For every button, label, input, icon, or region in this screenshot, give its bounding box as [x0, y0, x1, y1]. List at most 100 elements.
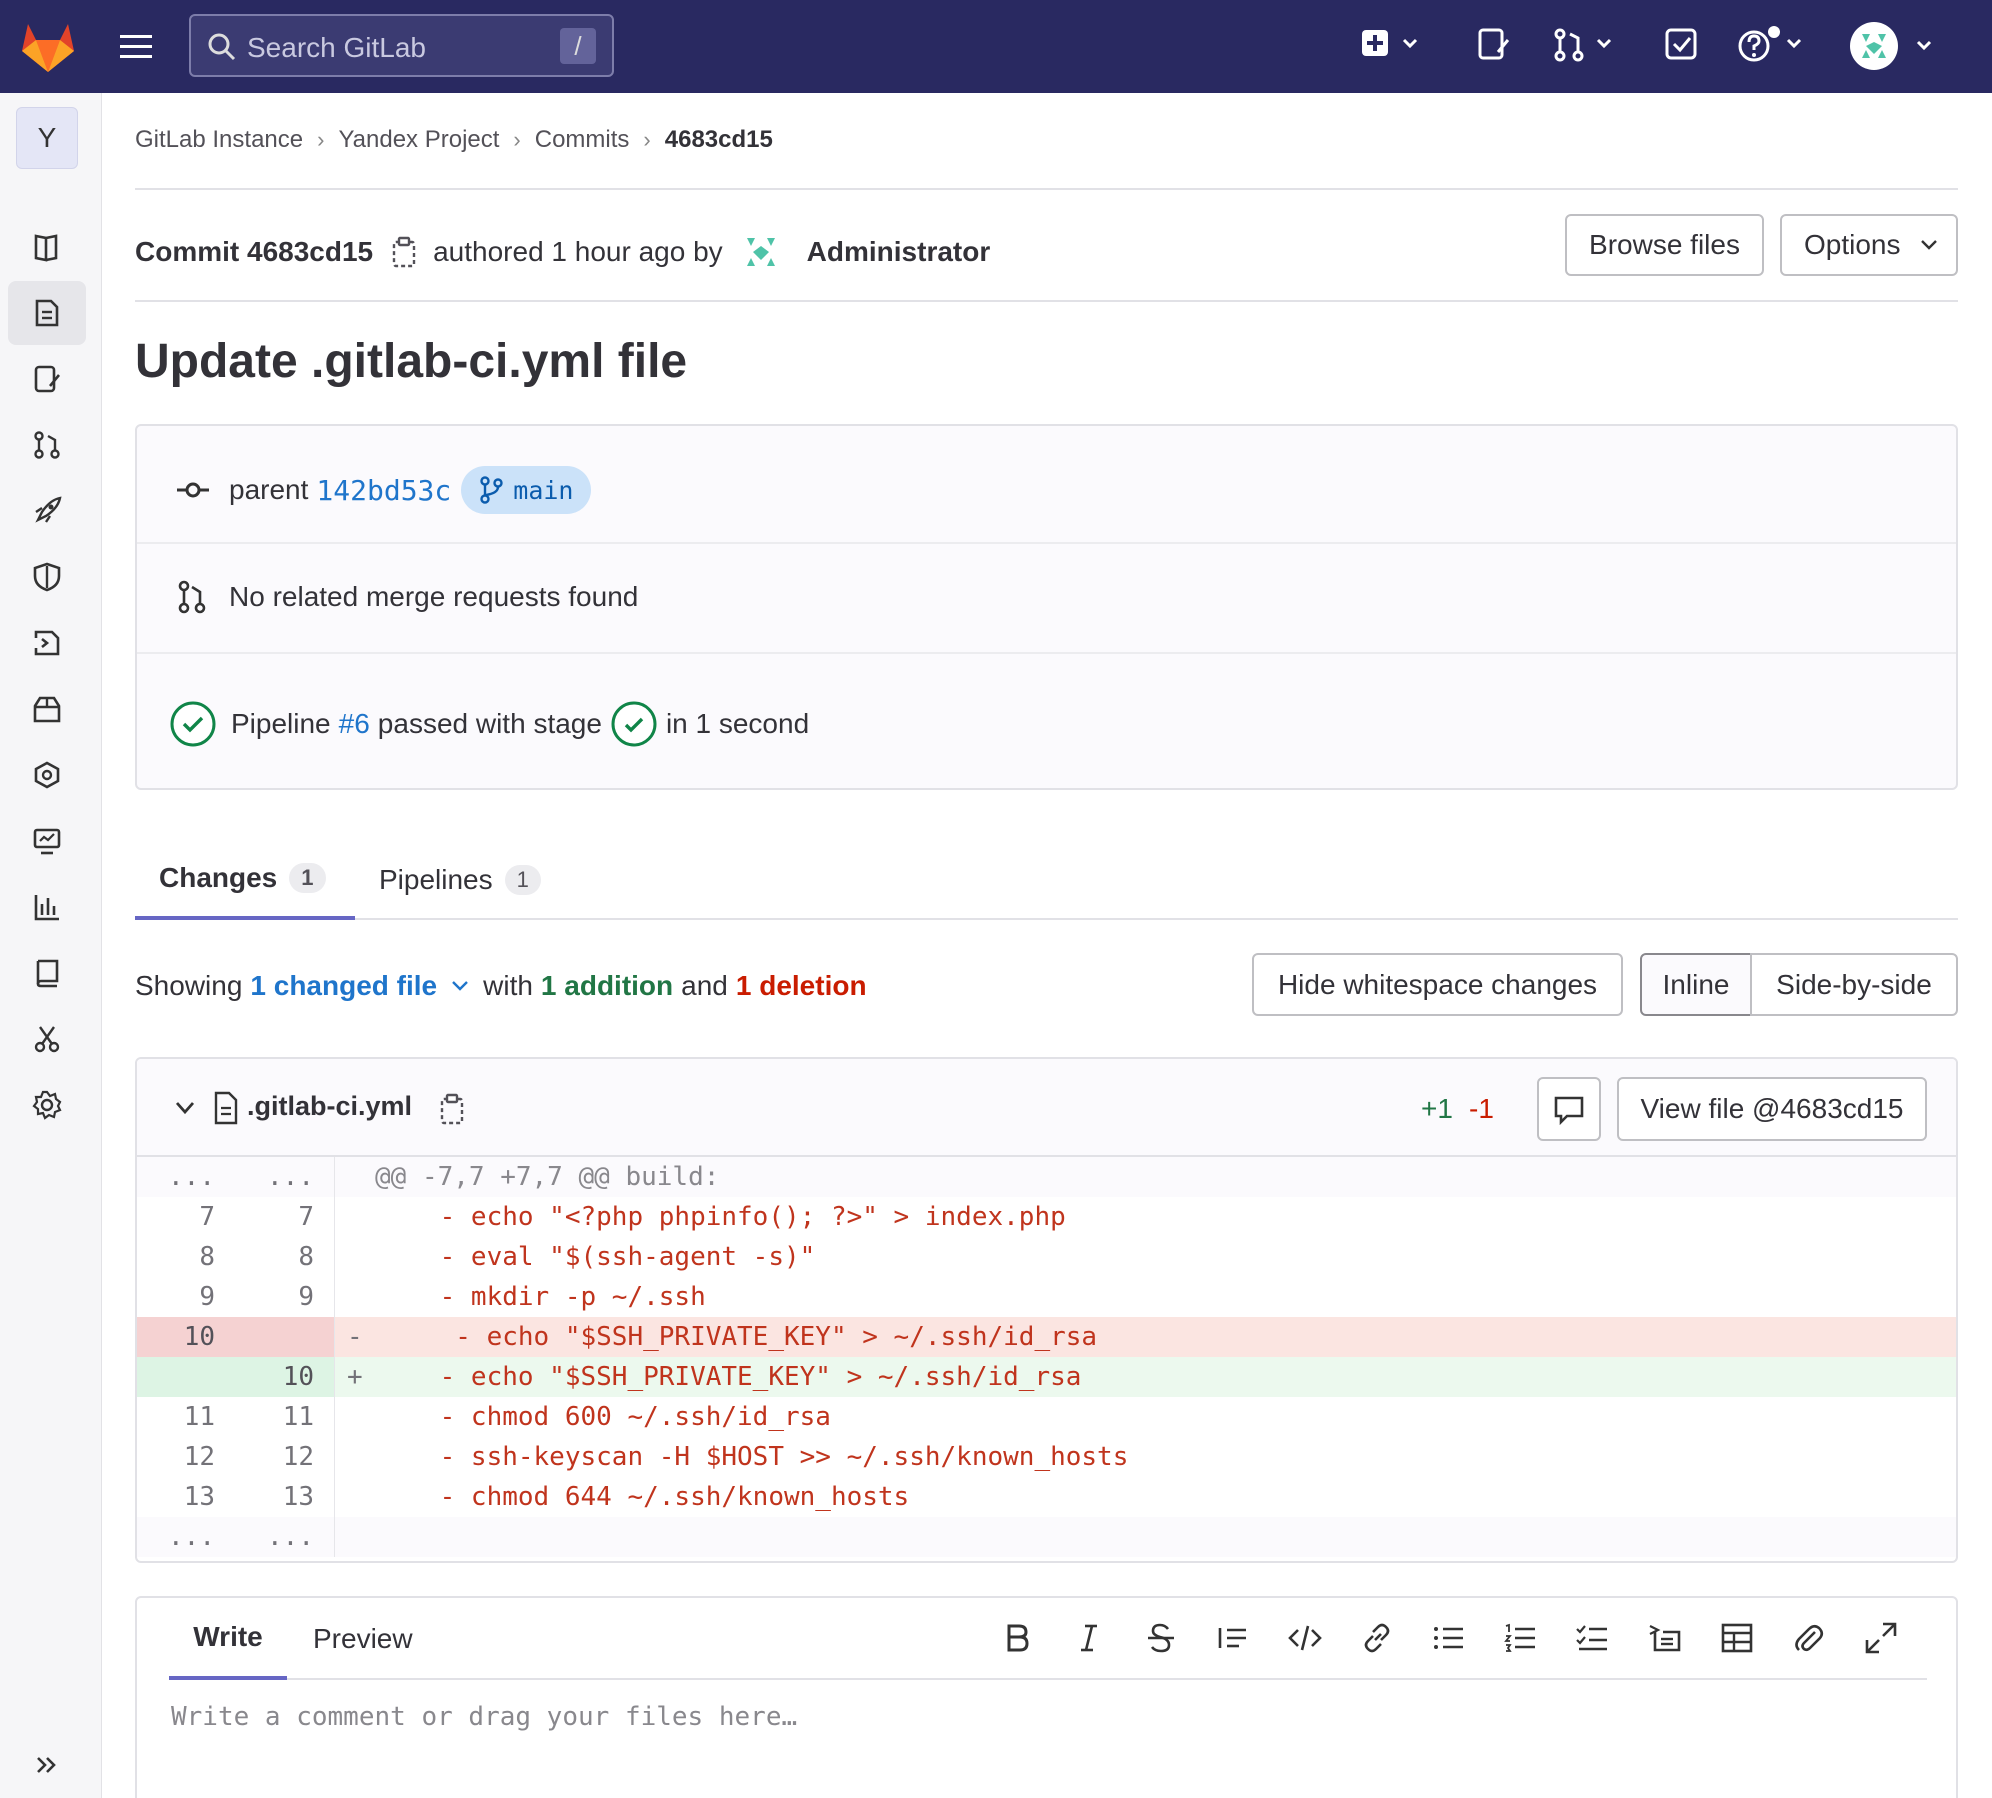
sidebar-item-repository[interactable] — [8, 281, 86, 345]
sidebar-item-wiki[interactable] — [8, 941, 86, 1005]
tab-preview[interactable]: Preview — [313, 1598, 413, 1680]
old-line-number[interactable]: 13 — [137, 1477, 235, 1517]
new-line-number[interactable]: 11 — [235, 1397, 335, 1437]
new-line-number[interactable]: 13 — [235, 1477, 335, 1517]
view-file-button[interactable]: View file @4683cd15 — [1617, 1077, 1927, 1141]
old-line-number[interactable]: 9 — [137, 1277, 235, 1317]
sidebar-item-analytics[interactable] — [8, 875, 86, 939]
breadcrumb-instance[interactable]: GitLab Instance — [135, 126, 303, 154]
chevron-down-icon[interactable] — [175, 1101, 195, 1115]
old-line-number[interactable]: 11 — [137, 1397, 235, 1437]
pipeline-passed-icon[interactable] — [169, 700, 217, 748]
sidebar-expand-icon[interactable] — [8, 1733, 86, 1797]
user-avatar-icon[interactable] — [1848, 20, 1938, 72]
strikethrough-icon[interactable] — [1143, 1620, 1179, 1656]
pipeline-link[interactable]: #6 — [339, 708, 370, 740]
sidebar-item-infrastructure[interactable] — [8, 743, 86, 807]
sidebar-item-issues[interactable] — [8, 347, 86, 411]
sidebar-item-packages[interactable] — [8, 677, 86, 741]
sidebar-item-snippets[interactable] — [8, 1007, 86, 1071]
quote-icon[interactable] — [1215, 1620, 1251, 1656]
italic-icon[interactable] — [1071, 1620, 1107, 1656]
new-line-number[interactable]: 12 — [235, 1437, 335, 1477]
chevron-down-icon[interactable] — [451, 979, 469, 993]
old-line-number[interactable]: 7 — [137, 1197, 235, 1237]
diff-code: - echo "$SSH_PRIVATE_KEY" > ~/.ssh/id_rs… — [377, 1322, 1098, 1352]
options-dropdown[interactable]: Options — [1780, 214, 1958, 276]
tab-changes[interactable]: Changes 1 — [135, 840, 355, 920]
tab-pipelines[interactable]: Pipelines 1 — [379, 840, 541, 920]
attach-icon[interactable] — [1791, 1620, 1827, 1656]
side-by-side-button[interactable]: Side-by-side — [1750, 953, 1958, 1016]
new-line-number[interactable]: 7 — [235, 1197, 335, 1237]
todo-icon[interactable] — [1664, 26, 1700, 66]
sidebar-item-ci-cd[interactable] — [8, 611, 86, 675]
issues-icon[interactable] — [1476, 26, 1512, 66]
parent-sha-link[interactable]: 142bd53c — [316, 474, 451, 507]
code-icon[interactable] — [1287, 1620, 1323, 1656]
breadcrumb-project[interactable]: Yandex Project — [338, 126, 499, 154]
sidebar-item-security[interactable] — [8, 545, 86, 609]
new-line-number[interactable]: ... — [235, 1157, 335, 1197]
old-line-number[interactable]: 8 — [137, 1237, 235, 1277]
gitlab-logo-icon[interactable] — [18, 18, 78, 74]
link-icon[interactable] — [1359, 1620, 1395, 1656]
old-line-number[interactable] — [137, 1357, 235, 1397]
sidebar-item-deployments[interactable] — [8, 479, 86, 543]
hamburger-menu-icon[interactable] — [118, 29, 156, 65]
comment-textarea[interactable]: Write a comment or drag your files here… — [171, 1702, 797, 1732]
sidebar-item-project-overview[interactable] — [8, 215, 86, 279]
new-line-number[interactable]: 10 — [235, 1357, 335, 1397]
file-name[interactable]: .gitlab-ci.yml — [247, 1091, 412, 1122]
task-list-icon[interactable] — [1575, 1620, 1611, 1656]
diff-line: 12 12 - ssh-keyscan -H $HOST >> ~/.ssh/kn… — [137, 1437, 1956, 1477]
new-line-number[interactable] — [235, 1317, 335, 1357]
new-line-number[interactable]: ... — [235, 1517, 335, 1557]
branch-badge[interactable]: main — [461, 466, 592, 514]
help-icon[interactable] — [1736, 26, 1808, 66]
merge-requests-icon[interactable] — [1552, 26, 1622, 66]
tab-write[interactable]: Write — [169, 1598, 287, 1680]
new-line-number[interactable]: 8 — [235, 1237, 335, 1277]
old-line-number[interactable]: ... — [137, 1157, 235, 1197]
inline-view-button[interactable]: Inline — [1640, 953, 1752, 1016]
project-avatar[interactable]: Y — [16, 107, 78, 169]
numbered-list-icon[interactable] — [1503, 1620, 1539, 1656]
sidebar-item-monitor[interactable] — [8, 809, 86, 873]
new-dropdown-icon[interactable] — [1360, 26, 1430, 66]
diff-sign: - — [347, 1322, 363, 1352]
bold-icon[interactable] — [999, 1620, 1035, 1656]
copy-path-icon[interactable] — [439, 1093, 465, 1125]
file-header: .gitlab-ci.yml +1 -1 View file @4683cd15 — [137, 1059, 1956, 1157]
project-sidebar: Y — [0, 93, 102, 1798]
breadcrumb-commits[interactable]: Commits — [535, 126, 630, 154]
browse-files-button[interactable]: Browse files — [1565, 214, 1764, 276]
and-text: and — [681, 970, 728, 1001]
search-input[interactable]: Search GitLab / — [189, 14, 614, 77]
diff-code: - ssh-keyscan -H $HOST >> ~/.ssh/known_h… — [377, 1442, 1129, 1472]
diff-line: 13 13 - chmod 644 ~/.ssh/known_hosts — [137, 1477, 1956, 1517]
commit-header: Commit 4683cd15 authored 1 hour ago by A… — [135, 228, 990, 276]
pipeline-row: Pipeline #6 passed with stage in 1 secon… — [169, 696, 1988, 752]
sidebar-item-merge-requests[interactable] — [8, 413, 86, 477]
author-name[interactable]: Administrator — [807, 236, 991, 268]
old-line-number[interactable]: 10 — [137, 1317, 235, 1357]
author-avatar-icon[interactable] — [737, 228, 785, 276]
table-icon[interactable] — [1719, 1620, 1755, 1656]
diff-code: - chmod 644 ~/.ssh/known_hosts — [377, 1482, 910, 1512]
changed-files-dropdown[interactable]: 1 changed file — [250, 970, 437, 1002]
hide-whitespace-button[interactable]: Hide whitespace changes — [1252, 953, 1623, 1016]
stage-passed-icon[interactable] — [610, 700, 658, 748]
new-line-number[interactable]: 9 — [235, 1277, 335, 1317]
copy-sha-icon[interactable] — [391, 236, 417, 268]
sidebar-item-settings[interactable] — [8, 1073, 86, 1137]
file-icon — [214, 1091, 238, 1125]
bullet-list-icon[interactable] — [1431, 1620, 1467, 1656]
breadcrumb-current[interactable]: 4683cd15 — [665, 126, 773, 154]
deletions-count: 1 deletion — [735, 970, 867, 1001]
old-line-number[interactable]: ... — [137, 1517, 235, 1557]
old-line-number[interactable]: 12 — [137, 1437, 235, 1477]
comment-toggle-button[interactable] — [1537, 1077, 1601, 1141]
fullscreen-icon[interactable] — [1863, 1620, 1899, 1656]
collapsible-icon[interactable] — [1647, 1620, 1683, 1656]
